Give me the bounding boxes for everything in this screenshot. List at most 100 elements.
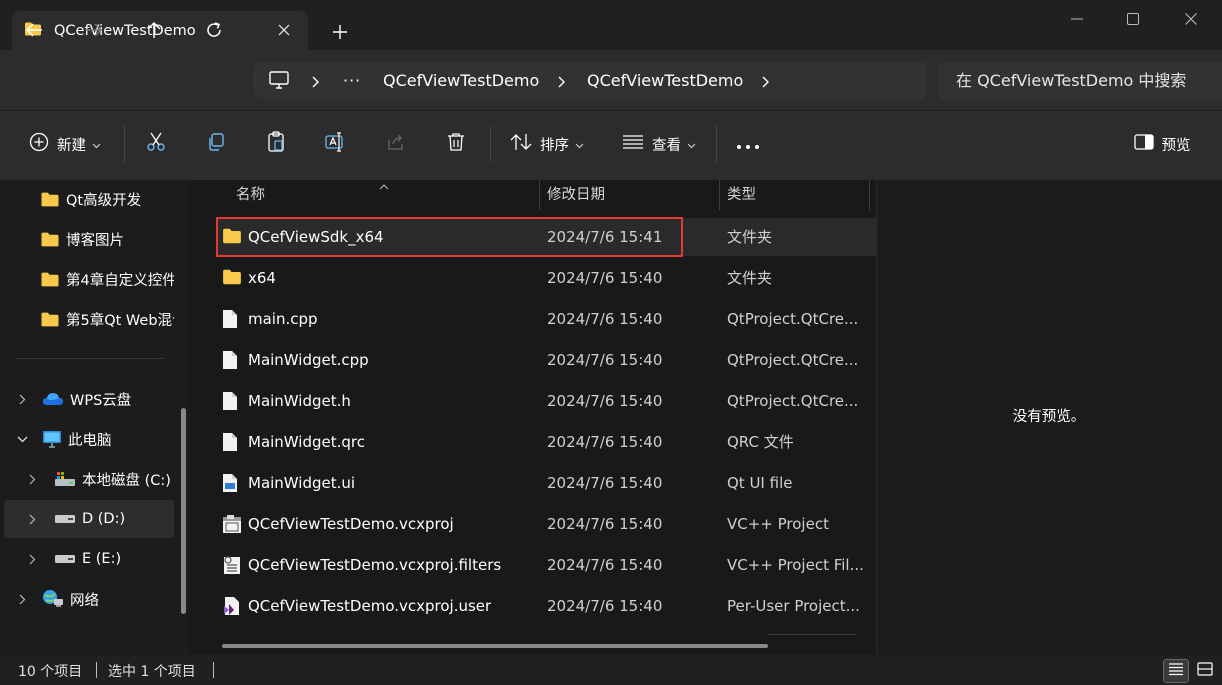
no-preview-text: 没有预览。 [1012, 409, 1086, 425]
column-divider[interactable] [719, 180, 720, 210]
view-button[interactable]: 查看 [618, 124, 700, 164]
breadcrumb-item-current[interactable]: QCefViewTestDemo [587, 62, 743, 99]
sidebar-scrollbar[interactable] [181, 408, 186, 614]
sidebar-item-label: D (D:) [82, 511, 126, 527]
file-icon [222, 432, 242, 452]
selection-highlight-box [216, 217, 683, 257]
back-button[interactable] [14, 12, 54, 48]
sidebar-item-wps-cloud[interactable]: WPS云盘 [4, 380, 174, 418]
cut-button[interactable] [136, 124, 176, 164]
sort-label: 排序 [540, 137, 569, 154]
chevron-right-icon[interactable] [762, 74, 770, 92]
column-header-name[interactable]: 名称 [236, 180, 265, 210]
tiles-view-icon [1197, 662, 1213, 680]
share-button[interactable] [376, 124, 416, 164]
tiles-view-button[interactable] [1192, 659, 1218, 683]
sidebar-item-label: 此电脑 [68, 432, 112, 449]
more-options-button[interactable] [728, 124, 768, 164]
sidebar-item-qt-advanced[interactable]: Qt高级开发 [4, 180, 174, 218]
search-box[interactable] [938, 62, 1222, 99]
file-date: 2024/7/6 15:40 [547, 597, 663, 615]
chevron-right-icon[interactable] [24, 474, 40, 485]
search-input[interactable] [938, 62, 1222, 99]
table-row[interactable]: QCefViewTestDemo.vcxproj.user 2024/7/6 1… [216, 587, 876, 625]
trash-icon [447, 132, 465, 156]
folder-icon [222, 268, 242, 288]
folder-icon [40, 271, 60, 288]
sidebar-item-chapter4[interactable]: 第4章自定义控件 [4, 260, 174, 298]
table-row[interactable]: main.cpp 2024/7/6 15:40 QtProject.QtCre.… [216, 300, 876, 338]
sidebar-divider [16, 358, 164, 359]
table-row[interactable]: MainWidget.ui 2024/7/6 15:40 Qt UI file [216, 464, 876, 502]
sort-button[interactable]: 排序 [506, 124, 588, 164]
details-view-icon [1168, 662, 1184, 680]
delete-button[interactable] [436, 124, 476, 164]
sidebar-item-drive-d[interactable]: D (D:) [4, 500, 174, 538]
chevron-down-icon[interactable] [14, 436, 30, 443]
vcxproj-icon [222, 514, 242, 534]
preview-pane-button[interactable]: 预览 [1122, 124, 1202, 164]
chevron-right-icon[interactable] [14, 594, 30, 605]
refresh-button[interactable] [194, 12, 234, 48]
copy-icon [206, 132, 226, 156]
sidebar-item-drive-e[interactable]: E (E:) [4, 540, 174, 578]
sidebar-item-network[interactable]: 网络 [4, 580, 174, 618]
sidebar-item-blog-images[interactable]: 博客图片 [4, 220, 174, 258]
minimize-button[interactable] [1048, 0, 1106, 38]
computer-icon[interactable] [269, 71, 289, 93]
chevron-down-icon [687, 135, 696, 153]
more-icon [737, 135, 759, 153]
toolbar-divider [124, 126, 125, 162]
up-button[interactable] [134, 12, 174, 48]
column-divider[interactable] [539, 180, 540, 210]
forward-button[interactable] [74, 12, 114, 48]
breadcrumb-item[interactable]: QCefViewTestDemo [383, 62, 539, 99]
sidebar-item-chapter5[interactable]: 第5章Qt Web混合 [4, 300, 174, 338]
file-name: MainWidget.ui [248, 474, 356, 492]
chevron-down-icon [92, 135, 101, 153]
chevron-right-icon[interactable] [558, 74, 566, 92]
table-row[interactable]: QCefViewTestDemo.vcxproj 2024/7/6 15:40 … [216, 505, 876, 543]
view-label: 查看 [652, 137, 681, 154]
item-count: 10 个项目 [18, 664, 83, 680]
sidebar-item-this-pc[interactable]: 此电脑 [4, 420, 174, 458]
sidebar-item-label: 第4章自定义控件 [66, 272, 174, 289]
rename-button[interactable] [316, 124, 356, 164]
chevron-right-icon[interactable] [312, 74, 320, 92]
file-type: VC++ Project [727, 515, 829, 533]
toolbar-divider [490, 126, 491, 162]
address-bar[interactable]: ··· QCefViewTestDemo QCefViewTestDemo [253, 62, 927, 99]
close-window-button[interactable] [1162, 0, 1220, 38]
copy-button[interactable] [196, 124, 236, 164]
table-row[interactable]: x64 2024/7/6 15:40 文件夹 [216, 259, 876, 297]
chevron-right-icon[interactable] [24, 514, 40, 525]
column-header-date[interactable]: 修改日期 [547, 180, 605, 210]
close-tab-icon[interactable] [274, 20, 294, 40]
new-button[interactable]: 新建 [22, 124, 108, 164]
file-icon [222, 309, 242, 329]
table-row[interactable]: MainWidget.cpp 2024/7/6 15:40 QtProject.… [216, 341, 876, 379]
column-header-type[interactable]: 类型 [727, 180, 756, 210]
paste-button[interactable] [256, 124, 296, 164]
chevron-right-icon[interactable] [24, 554, 40, 565]
table-row[interactable]: MainWidget.qrc 2024/7/6 15:40 QRC 文件 [216, 423, 876, 461]
sidebar-item-drive-c[interactable]: 本地磁盘 (C:) [4, 460, 174, 498]
drive-icon [54, 553, 76, 565]
table-row[interactable]: MainWidget.h 2024/7/6 15:40 QtProject.Qt… [216, 382, 876, 420]
new-tab-button[interactable] [326, 18, 354, 46]
sidebar-item-label: WPS云盘 [70, 392, 132, 409]
details-view-button[interactable] [1163, 659, 1189, 683]
status-divider [213, 662, 214, 678]
file-date: 2024/7/6 15:40 [547, 310, 663, 328]
chevron-right-icon[interactable] [14, 394, 30, 405]
table-row[interactable]: QCefViewTestDemo.vcxproj.filters 2024/7/… [216, 546, 876, 584]
maximize-button[interactable] [1104, 0, 1162, 38]
column-divider[interactable] [869, 180, 870, 210]
preview-label: 预览 [1161, 137, 1191, 154]
folder-icon [40, 191, 60, 208]
file-date: 2024/7/6 15:40 [547, 474, 663, 492]
horizontal-scrollbar[interactable] [222, 644, 768, 648]
plus-circle-icon [29, 132, 49, 156]
file-type: 文件夹 [727, 269, 773, 287]
breadcrumb-overflow[interactable]: ··· [343, 62, 361, 99]
